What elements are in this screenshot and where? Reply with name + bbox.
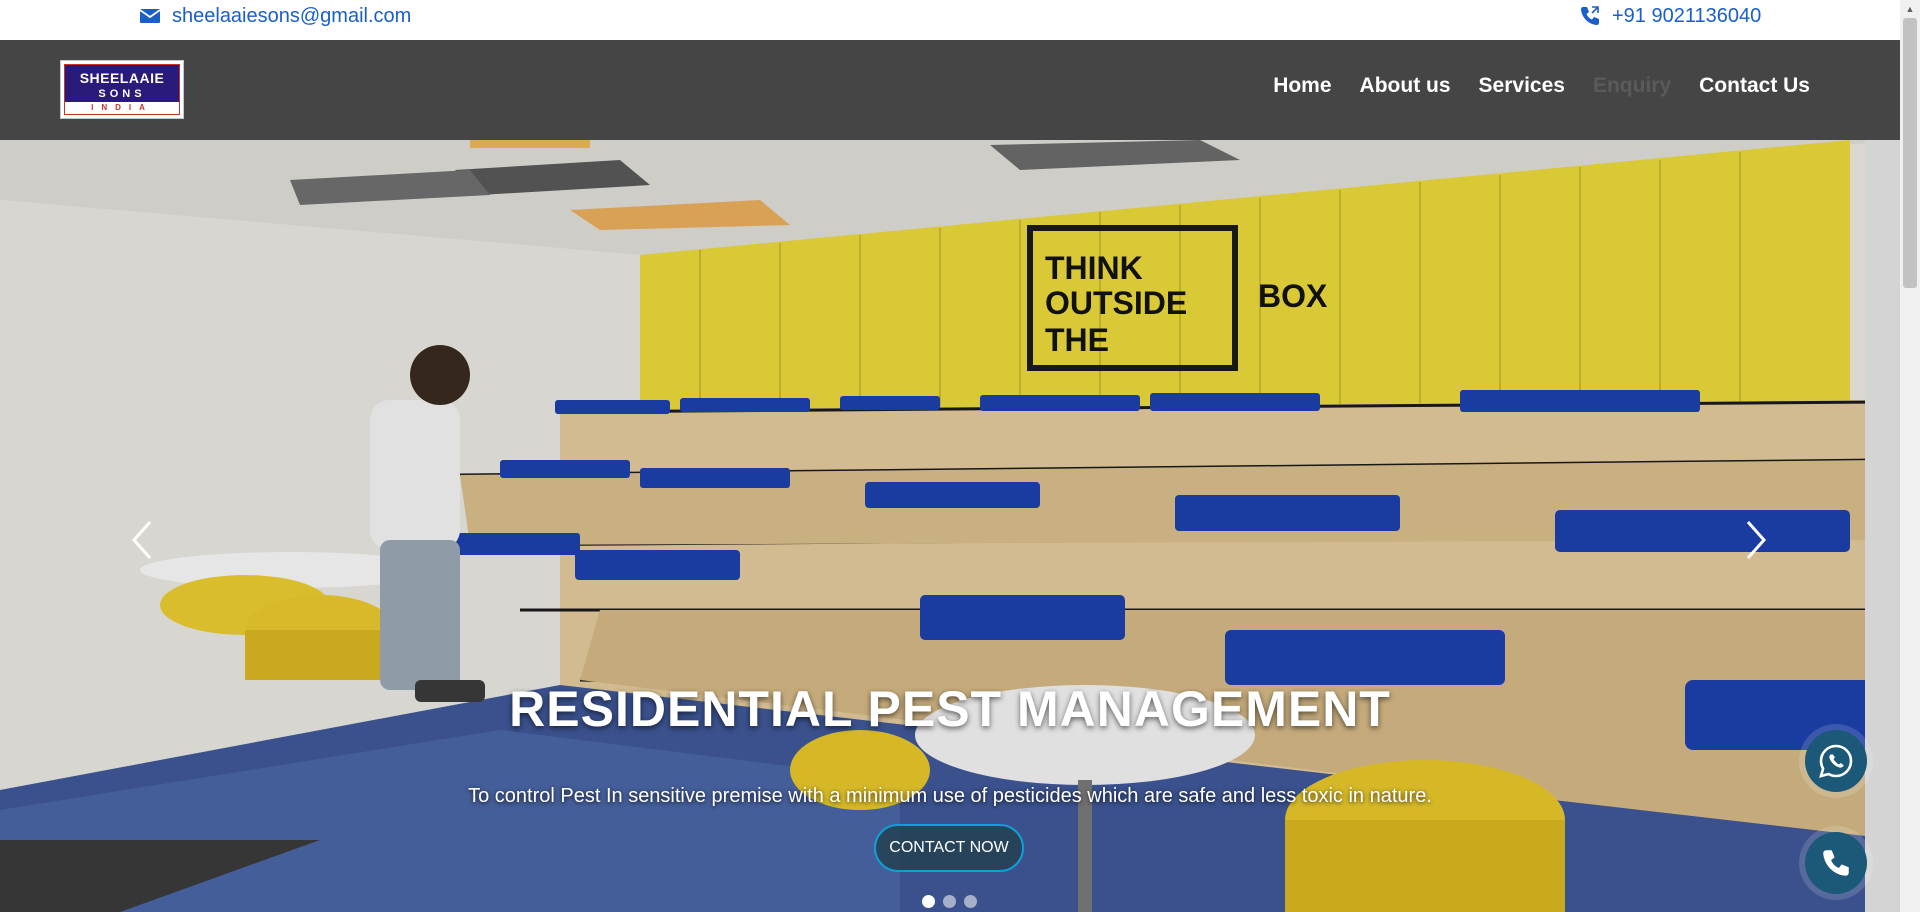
wall-sign-line-2: OUTSIDE [1045, 285, 1188, 321]
hero-title: RESIDENTIAL PEST MANAGEMENT [509, 681, 1391, 737]
email-text[interactable]: sheelaaiesons@gmail.com [172, 5, 411, 28]
nav-item-enquiry[interactable]: Enquiry [1579, 71, 1685, 101]
email-link[interactable]: sheelaaiesons@gmail.com [138, 4, 411, 28]
nav-item-services[interactable]: Services [1465, 71, 1579, 101]
scroll-up-arrow-icon[interactable]: ▲ [1904, 3, 1916, 15]
wall-sign-line-3: THE [1045, 322, 1109, 358]
whatsapp-icon [1819, 744, 1853, 778]
chevron-right-icon [1746, 521, 1767, 559]
phone-text[interactable]: +91 9021136040 [1612, 5, 1761, 28]
slider-dots [922, 895, 977, 908]
whatsapp-button[interactable] [1805, 730, 1867, 792]
nav-item-home[interactable]: Home [1259, 71, 1345, 101]
main-navbar: SHEELAAIE SONS INDIA Home About us Servi… [0, 40, 1900, 140]
hero-subtitle: To control Pest In sensitive premise wit… [468, 785, 1432, 807]
wall-sign-line-1: THINK [1045, 250, 1143, 286]
phone-link[interactable]: +91 9021136040 [1578, 4, 1761, 28]
phone-icon [1823, 850, 1849, 876]
chevron-left-icon [131, 521, 152, 559]
logo-mark: SHEELAAIE SONS INDIA [64, 64, 180, 115]
logo-line-1: SHEELAAIE [79, 70, 165, 86]
slider-dot-2[interactable] [943, 895, 956, 908]
nav-item-contact[interactable]: Contact Us [1685, 71, 1824, 101]
logo-line-3: INDIA [65, 102, 179, 114]
slider-dot-3[interactable] [964, 895, 977, 908]
slider-prev-button[interactable] [122, 510, 162, 570]
hero-slider: THINK OUTSIDE THE BOX RESIDENTIAL PEST M… [0, 140, 1900, 912]
top-contact-bar: sheelaaiesons@gmail.com +91 9021136040 [0, 0, 1900, 40]
contact-now-button[interactable]: CONTACT NOW [874, 824, 1024, 872]
scrollbar-thumb[interactable] [1903, 18, 1917, 288]
mail-icon [138, 4, 162, 28]
page-scrollbar[interactable]: ▲ [1900, 0, 1920, 912]
nav-item-about[interactable]: About us [1346, 71, 1465, 101]
site-logo[interactable]: SHEELAAIE SONS INDIA [60, 60, 184, 119]
call-button[interactable] [1805, 832, 1867, 894]
logo-line-2: SONS [98, 88, 146, 100]
nav-menu: Home About us Services Enquiry Contact U… [1259, 71, 1824, 101]
wall-sign-line-4: BOX [1258, 278, 1328, 314]
phone-icon [1578, 4, 1602, 28]
slider-dot-1[interactable] [922, 895, 935, 908]
slider-next-button[interactable] [1736, 510, 1776, 570]
